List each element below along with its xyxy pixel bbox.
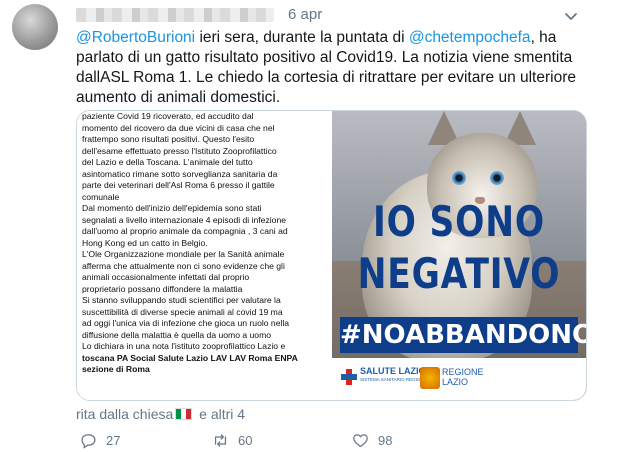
document-image[interactable]: paziente Covid 19 ricoverato, ed accudit…: [77, 111, 332, 400]
document-line: sezione di Roma: [82, 364, 150, 374]
retweet-icon: [214, 434, 227, 447]
retweeted-by-others[interactable]: e altri 4: [195, 406, 245, 422]
poster-image[interactable]: IO SONO NEGATIVO #NOABBANDONO SALUTE LAZ…: [332, 111, 586, 400]
logo2-line2: LAZIO: [442, 377, 469, 387]
regione-lazio-emblem-icon: [420, 367, 440, 389]
document-line: dall'uomo al proprio animale da compagni…: [82, 226, 288, 236]
salute-lazio-logo-icon: [341, 369, 357, 385]
document-line: del Lazio e della Toscana. L'animale del…: [82, 157, 253, 167]
document-line: dell'esame effettuato presso l'Istituto …: [82, 145, 277, 156]
document-line: ad oggi l'unica via di infezione che gio…: [82, 318, 290, 328]
document-line: asintomatico rimane sotto sorveglianza s…: [82, 168, 278, 179]
like-icon: [353, 434, 368, 448]
document-text: paziente Covid 19 ricoverato, ed accudit…: [82, 111, 330, 376]
reply-icon: [81, 434, 96, 449]
author-name-redacted[interactable]: [76, 8, 274, 22]
document-line: Si stanno sviluppando studi scientifici …: [82, 295, 281, 305]
document-line: Dal momento dell'inizio dell'epidemia so…: [82, 203, 262, 213]
document-line: frattempo sono risultati positivi. Quest…: [82, 134, 255, 144]
logo1-title: SALUTE LAZIO: [360, 366, 426, 376]
document-line: comunale: [82, 191, 120, 202]
document-line: toscana PA Social Salute Lazio LAV LAV R…: [82, 352, 298, 363]
mention-chetempochefa[interactable]: @chetempochefa: [409, 29, 531, 46]
tweet-text-part: ieri sera, durante la puntata di: [195, 29, 409, 46]
reply-count: 27: [106, 433, 121, 448]
like-count: 98: [378, 433, 393, 448]
poster-logo-strip: SALUTE LAZIO SISTEMA SANITARIO REGIONALE…: [332, 358, 586, 400]
retweet-button[interactable]: 60: [212, 432, 252, 449]
retweeted-by-name[interactable]: rita dalla chiesa: [76, 406, 173, 422]
document-line: proprietario possano diffondere la malat…: [82, 283, 243, 294]
retweet-count: 60: [238, 433, 253, 448]
document-line: afferma che attualmente non ci sono evid…: [82, 260, 285, 271]
document-line: Lo dichiara in una nota l'istituto zoopr…: [82, 341, 286, 351]
retweeted-by[interactable]: rita dalla chiesa e altri 4: [76, 406, 245, 422]
document-line: suscettibilità di diverse specie animali…: [82, 306, 283, 317]
poster-headline-line1: IO SONO: [372, 197, 545, 246]
caret-down-icon[interactable]: [563, 8, 579, 24]
avatar[interactable]: [12, 4, 58, 50]
poster-headline-line2: NEGATIVO: [357, 249, 561, 298]
logo2-text: REGIONE LAZIO: [442, 367, 484, 387]
document-line: animali occasionalmente infettati dal pr…: [82, 272, 250, 282]
document-line: Hong Kong ed un catto in Belgio.: [82, 237, 208, 248]
mention-robertoburioni[interactable]: @RobertoBurioni: [76, 29, 195, 46]
tweet-text: @RobertoBurioni ieri sera, durante la pu…: [76, 28, 596, 108]
like-button[interactable]: 98: [352, 432, 392, 449]
document-line: parte dei veterinari dell'Asl Roma 6 pre…: [82, 180, 275, 190]
document-line: diffusione della malattia è quella da uo…: [82, 329, 272, 340]
document-line: L'Ole Organizzazione mondiale per la San…: [82, 249, 285, 259]
cat-eye: [452, 171, 466, 185]
document-line: paziente Covid 19 ricoverato, ed accudit…: [82, 111, 254, 121]
document-line: segnalati a livello internazionale 4 epi…: [82, 214, 286, 225]
tweet-media[interactable]: paziente Covid 19 ricoverato, ed accudit…: [76, 110, 587, 401]
reply-button[interactable]: 27: [80, 432, 120, 449]
cat-eye: [490, 171, 504, 185]
poster-hashtag: #NOABBANDONO: [340, 317, 586, 353]
tweet-actions: 27 60 98: [76, 432, 596, 452]
tweet-time[interactable]: 6 apr: [288, 6, 322, 23]
logo2-line1: REGIONE: [442, 367, 484, 377]
document-line: momento del ricovero da due vicini di ca…: [82, 122, 275, 133]
italy-flag-icon: [175, 408, 193, 420]
